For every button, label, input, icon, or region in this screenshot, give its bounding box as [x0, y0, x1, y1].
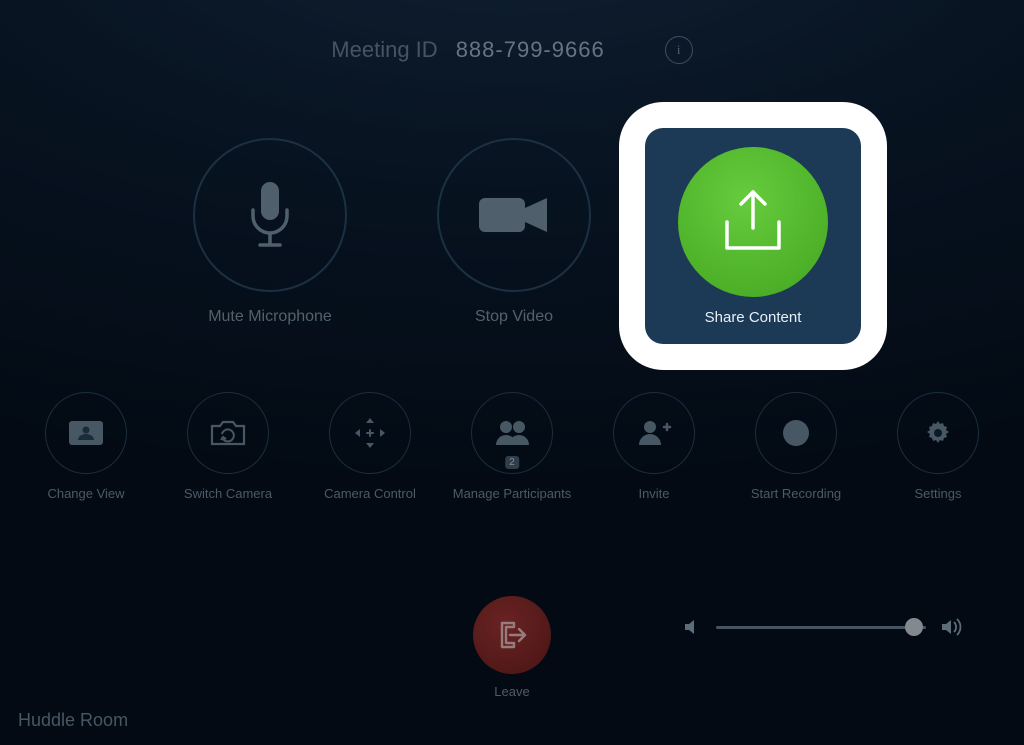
leave-icon — [494, 617, 530, 653]
share-content-button[interactable] — [678, 147, 828, 297]
video-camera-icon — [475, 190, 553, 240]
microphone-icon — [243, 178, 297, 252]
manage-participants-label: Manage Participants — [453, 486, 572, 501]
leave-button[interactable] — [473, 596, 551, 674]
start-recording-button[interactable]: Start Recording — [744, 392, 848, 501]
volume-low-icon — [682, 617, 702, 637]
volume-control — [682, 617, 964, 637]
manage-participants-button[interactable]: 2 Manage Participants — [460, 392, 564, 501]
switch-camera-label: Switch Camera — [184, 486, 272, 501]
invite-button[interactable]: Invite — [602, 392, 706, 501]
volume-high-icon — [940, 617, 964, 637]
meeting-id-label: Meeting ID — [331, 37, 437, 63]
camera-control-icon — [348, 411, 392, 455]
participants-icon — [491, 417, 533, 449]
mute-microphone-label: Mute Microphone — [208, 308, 332, 326]
settings-button[interactable]: Settings — [886, 392, 990, 501]
change-view-icon — [66, 418, 106, 448]
stop-video-label: Stop Video — [475, 308, 553, 326]
switch-camera-button[interactable]: Switch Camera — [176, 392, 280, 501]
meeting-id-value: 888-799-9666 — [456, 37, 605, 63]
share-content-label: Share Content — [705, 309, 802, 326]
volume-thumb[interactable] — [905, 618, 923, 636]
change-view-label: Change View — [47, 486, 124, 501]
invite-label: Invite — [638, 486, 669, 501]
secondary-controls: Change View Switch Camera — [0, 392, 1024, 501]
room-name: Huddle Room — [18, 710, 128, 731]
volume-slider[interactable] — [716, 626, 926, 629]
change-view-button[interactable]: Change View — [34, 392, 138, 501]
gear-icon — [922, 417, 954, 449]
settings-label: Settings — [915, 486, 962, 501]
camera-control-button[interactable]: Camera Control — [318, 392, 422, 501]
start-recording-label: Start Recording — [751, 486, 841, 501]
participants-count-badge: 2 — [505, 456, 519, 469]
mute-microphone-button[interactable]: Mute Microphone — [193, 138, 347, 326]
record-icon — [779, 416, 813, 450]
invite-icon — [634, 417, 674, 449]
leave-label: Leave — [494, 684, 529, 699]
stop-video-button[interactable]: Stop Video — [437, 138, 591, 326]
meeting-header: Meeting ID 888-799-9666 i — [0, 36, 1024, 64]
share-content-highlight: Share Content — [619, 102, 887, 370]
switch-camera-icon — [207, 416, 249, 450]
share-upload-icon — [711, 184, 795, 260]
info-icon[interactable]: i — [665, 36, 693, 64]
camera-control-label: Camera Control — [324, 486, 416, 501]
